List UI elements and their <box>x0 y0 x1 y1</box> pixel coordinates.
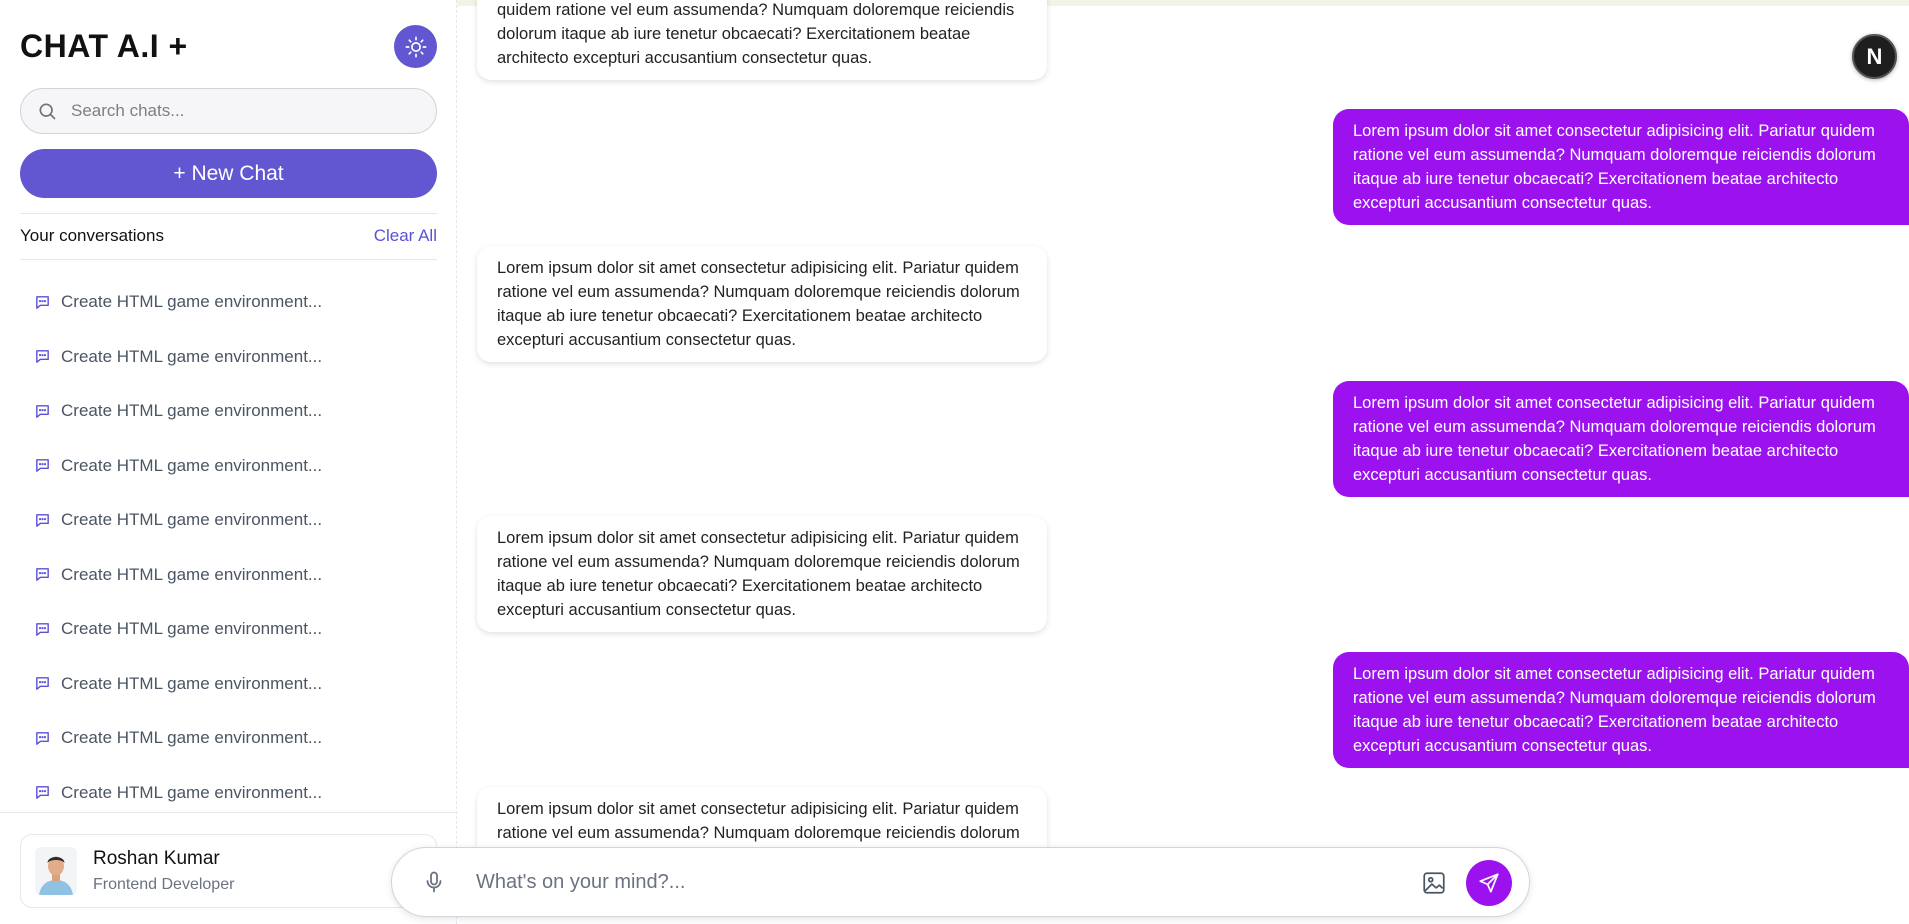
theme-toggle-button[interactable] <box>394 25 437 68</box>
chat-bubble-icon <box>34 294 51 311</box>
conversation-item[interactable]: Create HTML game environment... <box>20 602 437 657</box>
chat-bubble-icon <box>34 784 51 801</box>
message-composer <box>391 847 1530 917</box>
user-profile-card[interactable]: Roshan Kumar Frontend Developer <box>20 834 437 908</box>
conversation-label: Create HTML game environment... <box>61 346 323 366</box>
search-icon <box>37 101 57 121</box>
chat-area: quidem ratione vel eum assumenda? Numqua… <box>457 0 1909 924</box>
conversation-label: Create HTML game environment... <box>61 673 323 693</box>
send-icon <box>1478 872 1500 894</box>
conversations-title: Your conversations <box>20 226 164 245</box>
conversation-item[interactable]: Create HTML game environment... <box>20 657 437 712</box>
conversation-label: Create HTML game environment... <box>61 292 323 312</box>
conversation-label: Create HTML game environment... <box>61 619 323 639</box>
conversation-item[interactable]: Create HTML game environment... <box>20 384 437 439</box>
conversation-item[interactable]: Create HTML game environment... <box>20 493 437 548</box>
search-input[interactable] <box>71 101 411 121</box>
chat-bubble-icon <box>34 403 51 420</box>
conversation-label: Create HTML game environment... <box>61 728 323 748</box>
sidebar: CHAT A.I + + New Chat <box>0 0 457 924</box>
user-message: Lorem ipsum dolor sit amet consectetur a… <box>1333 652 1909 768</box>
message-input[interactable] <box>476 870 1376 894</box>
chat-bubble-icon <box>34 621 51 638</box>
conversation-label: Create HTML game environment... <box>61 564 323 584</box>
badge-letter: N <box>1866 43 1883 69</box>
chat-bubble-icon <box>34 566 51 583</box>
assistant-message: quidem ratione vel eum assumenda? Numqua… <box>477 0 1047 80</box>
conversation-label: Create HTML game environment... <box>61 455 323 475</box>
user-message: Lorem ipsum dolor sit amet consectetur a… <box>1333 109 1909 225</box>
divider <box>20 213 437 214</box>
conversation-item[interactable]: Create HTML game environment... <box>20 275 437 330</box>
assistant-message: Lorem ipsum dolor sit amet consectetur a… <box>477 246 1047 362</box>
conversation-item[interactable]: Create HTML game environment... <box>20 548 437 603</box>
chat-bubble-icon <box>34 675 51 692</box>
brand-title: CHAT A.I + <box>20 28 188 64</box>
microphone-icon[interactable] <box>422 870 446 894</box>
divider <box>20 259 437 260</box>
app: CHAT A.I + + New Chat <box>0 0 1909 924</box>
profile-role: Frontend Developer <box>93 876 235 893</box>
chat-bubble-icon <box>34 730 51 747</box>
conversation-item[interactable]: Create HTML game environment... <box>20 330 437 385</box>
send-button[interactable] <box>1466 860 1512 906</box>
chat-bubble-icon <box>34 457 51 474</box>
sun-icon <box>405 36 427 58</box>
search-box <box>20 88 437 134</box>
conversation-item[interactable]: Create HTML game environment... <box>20 711 437 766</box>
chat-bubble-icon <box>34 512 51 529</box>
profile-name: Roshan Kumar <box>93 848 220 869</box>
conversation-label: Create HTML game environment... <box>61 401 323 421</box>
assistant-message: Lorem ipsum dolor sit amet consectetur a… <box>477 516 1047 632</box>
image-upload-icon[interactable] <box>1421 870 1447 896</box>
conversation-list: Create HTML game environment... Create HT… <box>20 275 437 820</box>
next-dev-badge[interactable]: N <box>1852 34 1897 79</box>
new-chat-button[interactable]: + New Chat <box>20 149 437 198</box>
conversations-header: Your conversations Clear All <box>20 226 437 246</box>
chat-bubble-icon <box>34 348 51 365</box>
conversation-label: Create HTML game environment... <box>61 510 323 530</box>
conversation-item[interactable]: Create HTML game environment... <box>20 439 437 494</box>
avatar <box>35 847 77 895</box>
conversation-label: Create HTML game environment... <box>61 782 323 802</box>
user-message: Lorem ipsum dolor sit amet consectetur a… <box>1333 381 1909 497</box>
divider <box>0 812 457 813</box>
clear-all-button[interactable]: Clear All <box>374 226 437 246</box>
